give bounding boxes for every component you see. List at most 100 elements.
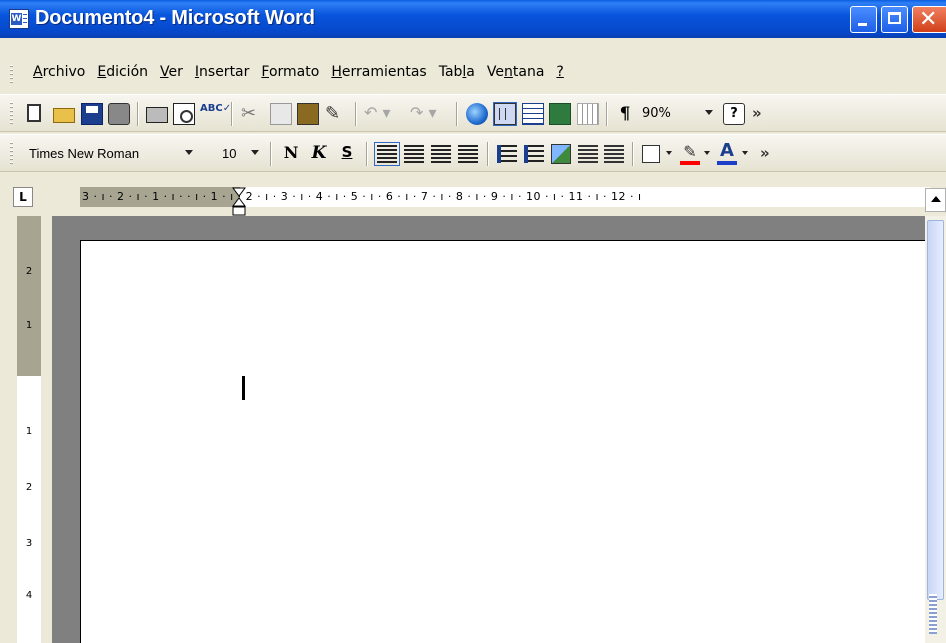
vertical-ruler[interactable]: 2 1 1 2 3 4 — [17, 216, 41, 643]
highlight-color-bar — [680, 161, 700, 165]
justify-icon[interactable] — [458, 145, 478, 163]
menu-item[interactable]: Insertar — [195, 64, 250, 80]
close-icon: ✕ — [919, 7, 938, 32]
indent-marker-icon[interactable] — [232, 187, 246, 217]
font-size-field[interactable]: 10 — [222, 144, 246, 164]
menu-item[interactable]: Ver — [160, 64, 183, 80]
toolbar-separator — [270, 142, 272, 166]
menu-item[interactable]: Herramientas — [331, 64, 426, 80]
toolbar-separator — [632, 142, 634, 166]
toolbar-separator — [487, 142, 489, 166]
font-color-icon[interactable]: A — [717, 141, 737, 161]
window-title: Documento4 - Microsoft Word — [35, 7, 315, 29]
undo-icon[interactable]: ↶ ▾ — [364, 103, 404, 125]
bulleted-list-icon[interactable] — [524, 145, 544, 163]
doc-line-decoration — [23, 14, 27, 15]
toolbar-separator — [231, 102, 233, 126]
insert-table-icon[interactable] — [522, 103, 544, 125]
picture-icon[interactable] — [551, 144, 571, 164]
menu-item[interactable]: Ventana — [487, 64, 545, 80]
format-painter-icon[interactable]: ✎ — [325, 103, 347, 125]
doc-line-decoration — [23, 18, 27, 19]
horizontal-ruler[interactable]: 3 · ı · 2 · ı · 1 · ı · · ı · 1 · ı · 2 … — [80, 187, 930, 216]
numbered-list-icon[interactable] — [497, 145, 517, 163]
toolbar-separator — [366, 142, 368, 166]
new-document-icon[interactable] — [27, 104, 41, 122]
font-name-field[interactable]: Times New Roman — [29, 144, 189, 164]
toolbar-overflow-icon[interactable]: » — [760, 144, 770, 162]
vertical-scrollbar[interactable] — [925, 216, 946, 643]
standard-toolbar: ABC✓ ✂ ✎ ↶ ▾ ↷ ▾ ¶ 90% ? » — [0, 94, 946, 132]
align-right-icon[interactable] — [431, 145, 451, 163]
vertical-ruler-number: 2 — [25, 482, 33, 493]
borders-icon[interactable] — [642, 145, 660, 163]
vertical-ruler-number: 1 — [25, 426, 33, 437]
scrollbar-grip — [929, 594, 937, 634]
highlight-dropdown-icon[interactable] — [704, 151, 710, 155]
text-cursor — [242, 376, 245, 400]
underline-button[interactable]: S — [336, 143, 358, 165]
print-preview-icon[interactable] — [173, 103, 195, 125]
menu-item[interactable]: ? — [556, 64, 563, 80]
font-dropdown-icon[interactable] — [185, 150, 193, 155]
insert-worksheet-icon[interactable] — [549, 103, 571, 125]
menu-item[interactable]: Tabla — [439, 64, 475, 80]
copy-icon[interactable] — [270, 103, 292, 125]
cut-icon[interactable]: ✂ — [241, 103, 263, 125]
increase-indent-icon[interactable] — [604, 145, 624, 163]
hyperlink-globe-icon[interactable] — [466, 103, 488, 125]
vertical-ruler-margin — [17, 216, 41, 376]
save-icon[interactable] — [81, 103, 103, 125]
document-page[interactable] — [80, 240, 925, 643]
print-icon[interactable] — [146, 107, 168, 123]
decrease-indent-icon[interactable] — [578, 145, 598, 163]
borders-dropdown-icon[interactable] — [666, 151, 672, 155]
menu-item[interactable]: Edición — [97, 64, 148, 80]
toolbar-separator — [456, 102, 458, 126]
help-icon[interactable]: ? — [723, 103, 745, 125]
tables-borders-icon[interactable] — [493, 102, 517, 126]
spelling-icon[interactable]: ABC✓ — [200, 103, 231, 125]
title-bar[interactable]: W Documento4 - Microsoft Word ✕ — [0, 0, 946, 38]
menu-grip-handle[interactable] — [10, 65, 13, 85]
maximize-button[interactable] — [881, 6, 908, 33]
tab-selector-button[interactable]: L — [13, 187, 33, 207]
permission-icon[interactable] — [108, 103, 130, 125]
word-logo-letter: W — [11, 13, 22, 25]
toolbar-separator — [355, 102, 357, 126]
menu-item[interactable]: Archivo — [33, 64, 85, 80]
minimize-button[interactable] — [850, 6, 877, 33]
font-color-dropdown-icon[interactable] — [742, 151, 748, 155]
vertical-ruler-number: 4 — [25, 590, 33, 601]
show-formatting-icon[interactable]: ¶ — [614, 103, 636, 125]
scrollbar-thumb[interactable] — [927, 220, 944, 600]
columns-icon[interactable] — [577, 103, 599, 125]
bold-button[interactable]: N — [280, 143, 302, 165]
zoom-field[interactable]: 90% — [642, 104, 700, 124]
toolbar-separator — [606, 102, 608, 126]
font-size-dropdown-icon[interactable] — [251, 150, 259, 155]
doc-line-decoration — [23, 22, 27, 23]
toolbar-overflow-icon[interactable]: » — [752, 104, 762, 122]
highlight-icon[interactable]: ✎ — [680, 144, 700, 160]
redo-icon[interactable]: ↷ ▾ — [410, 103, 450, 125]
font-color-bar — [717, 161, 737, 165]
formatting-toolbar: Times New Roman 10 N K S ✎ A » — [0, 134, 946, 172]
ruler-numbers: 3 · ı · 2 · ı · 1 · ı · · ı · 1 · ı · 2 … — [82, 190, 642, 203]
close-button[interactable]: ✕ — [912, 6, 946, 33]
italic-button[interactable]: K — [308, 143, 330, 165]
vertical-ruler-number: 2 — [25, 266, 33, 277]
scroll-up-button[interactable] — [925, 188, 946, 212]
toolbar-separator — [137, 102, 139, 126]
menu-bar: Archivo Edición Ver Insertar Formato Herramie… — [0, 59, 946, 92]
ruler-area: L 3 · ı · 2 · ı · 1 · ı · · ı · 1 · ı · … — [0, 174, 946, 216]
zoom-dropdown-icon[interactable] — [705, 110, 713, 115]
paste-icon[interactable] — [297, 103, 319, 125]
toolbar-grip-handle[interactable] — [10, 142, 13, 165]
toolbar-grip-handle[interactable] — [10, 102, 13, 125]
open-folder-icon[interactable] — [53, 108, 75, 123]
align-left-icon[interactable] — [374, 142, 400, 166]
word-app-icon[interactable]: W — [9, 9, 29, 29]
align-center-icon[interactable] — [404, 145, 424, 163]
menu-item[interactable]: Formato — [261, 64, 319, 80]
